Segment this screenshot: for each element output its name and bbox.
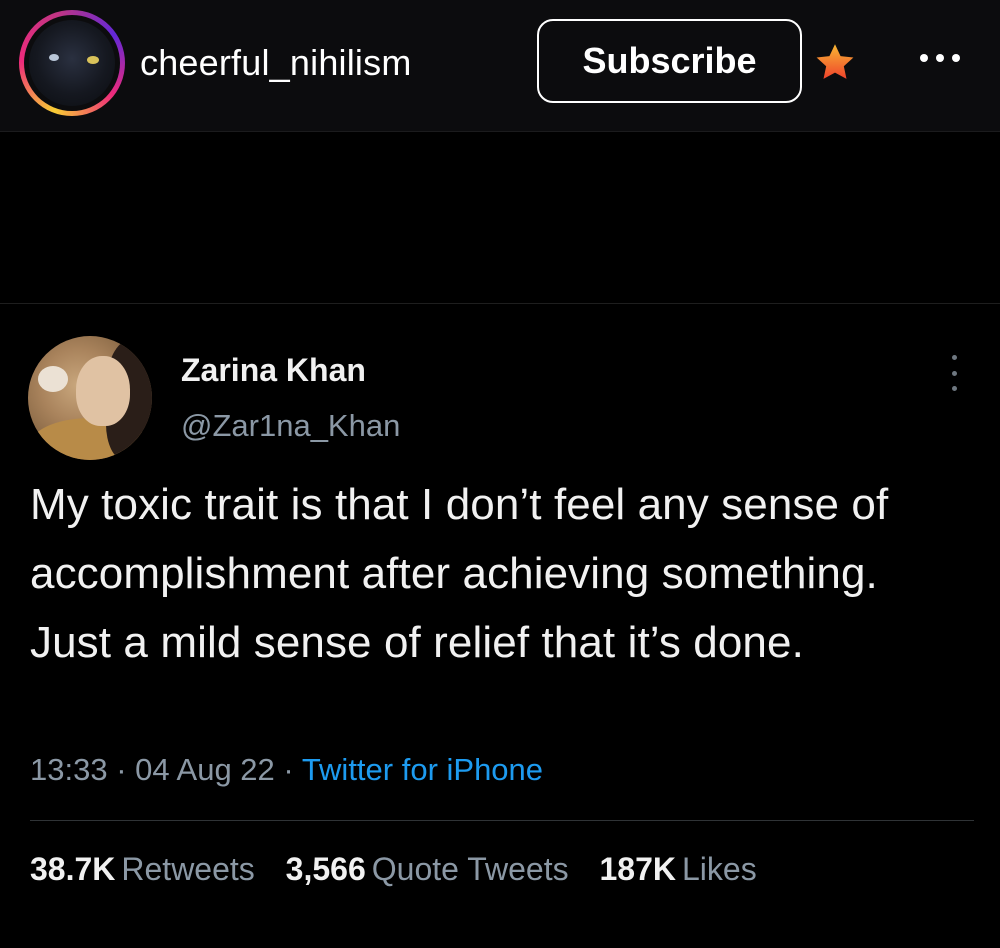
likes-stat[interactable]: 187K Likes xyxy=(600,851,757,887)
quote-tweets-stat[interactable]: 3,566 Quote Tweets xyxy=(286,851,569,887)
avatar-image xyxy=(29,20,115,106)
dot xyxy=(951,370,957,376)
tweet-author-handle[interactable]: @Zar1na_Khan xyxy=(181,408,400,444)
avatar-face xyxy=(76,356,130,426)
stat-value: 38.7K xyxy=(30,851,116,887)
star-icon[interactable] xyxy=(812,40,858,86)
more-vertical-icon[interactable] xyxy=(942,355,966,391)
stat-label: Retweets xyxy=(121,851,255,887)
stat-value: 3,566 xyxy=(285,851,366,887)
divider xyxy=(30,820,974,821)
dot xyxy=(936,54,944,62)
dot xyxy=(920,54,928,62)
more-horizontal-icon[interactable] xyxy=(915,46,965,70)
meta-separator: · xyxy=(116,752,127,787)
divider xyxy=(0,303,1000,304)
tweet-time: 13:33 xyxy=(30,752,108,787)
dot xyxy=(951,386,957,391)
subscribe-button[interactable]: Subscribe xyxy=(537,19,802,103)
tweet-stats: 38.7K Retweets 3,566 Quote Tweets 187K Like… xyxy=(30,851,779,888)
dot xyxy=(952,54,960,62)
username[interactable]: cheerful_nihilism xyxy=(140,42,412,84)
tweet-text: My toxic trait is that I don’t feel any … xyxy=(30,480,889,667)
avatar-ring-gap xyxy=(24,15,120,111)
stat-value: 187K xyxy=(599,851,677,887)
profile-avatar[interactable] xyxy=(19,10,125,116)
avatar-hand xyxy=(38,366,68,392)
cat-eye-right xyxy=(87,56,99,64)
tweet-author-name[interactable]: Zarina Khan xyxy=(181,352,366,389)
stat-label: Quote Tweets xyxy=(371,851,569,887)
post-header: cheerful_nihilism Subscribe xyxy=(0,0,1000,132)
stat-label: Likes xyxy=(682,851,757,887)
meta-separator: · xyxy=(283,752,294,787)
tweet-date: 04 Aug 22 xyxy=(135,752,275,787)
tweet-source-link[interactable]: Twitter for iPhone xyxy=(302,752,543,787)
dot xyxy=(951,355,957,360)
tweet-author-avatar[interactable] xyxy=(28,336,152,460)
tweet-meta: 13:33 · 04 Aug 22 · Twitter for iPhone xyxy=(30,752,543,788)
cat-eye-left xyxy=(49,54,59,61)
retweets-stat[interactable]: 38.7K Retweets xyxy=(30,851,255,887)
